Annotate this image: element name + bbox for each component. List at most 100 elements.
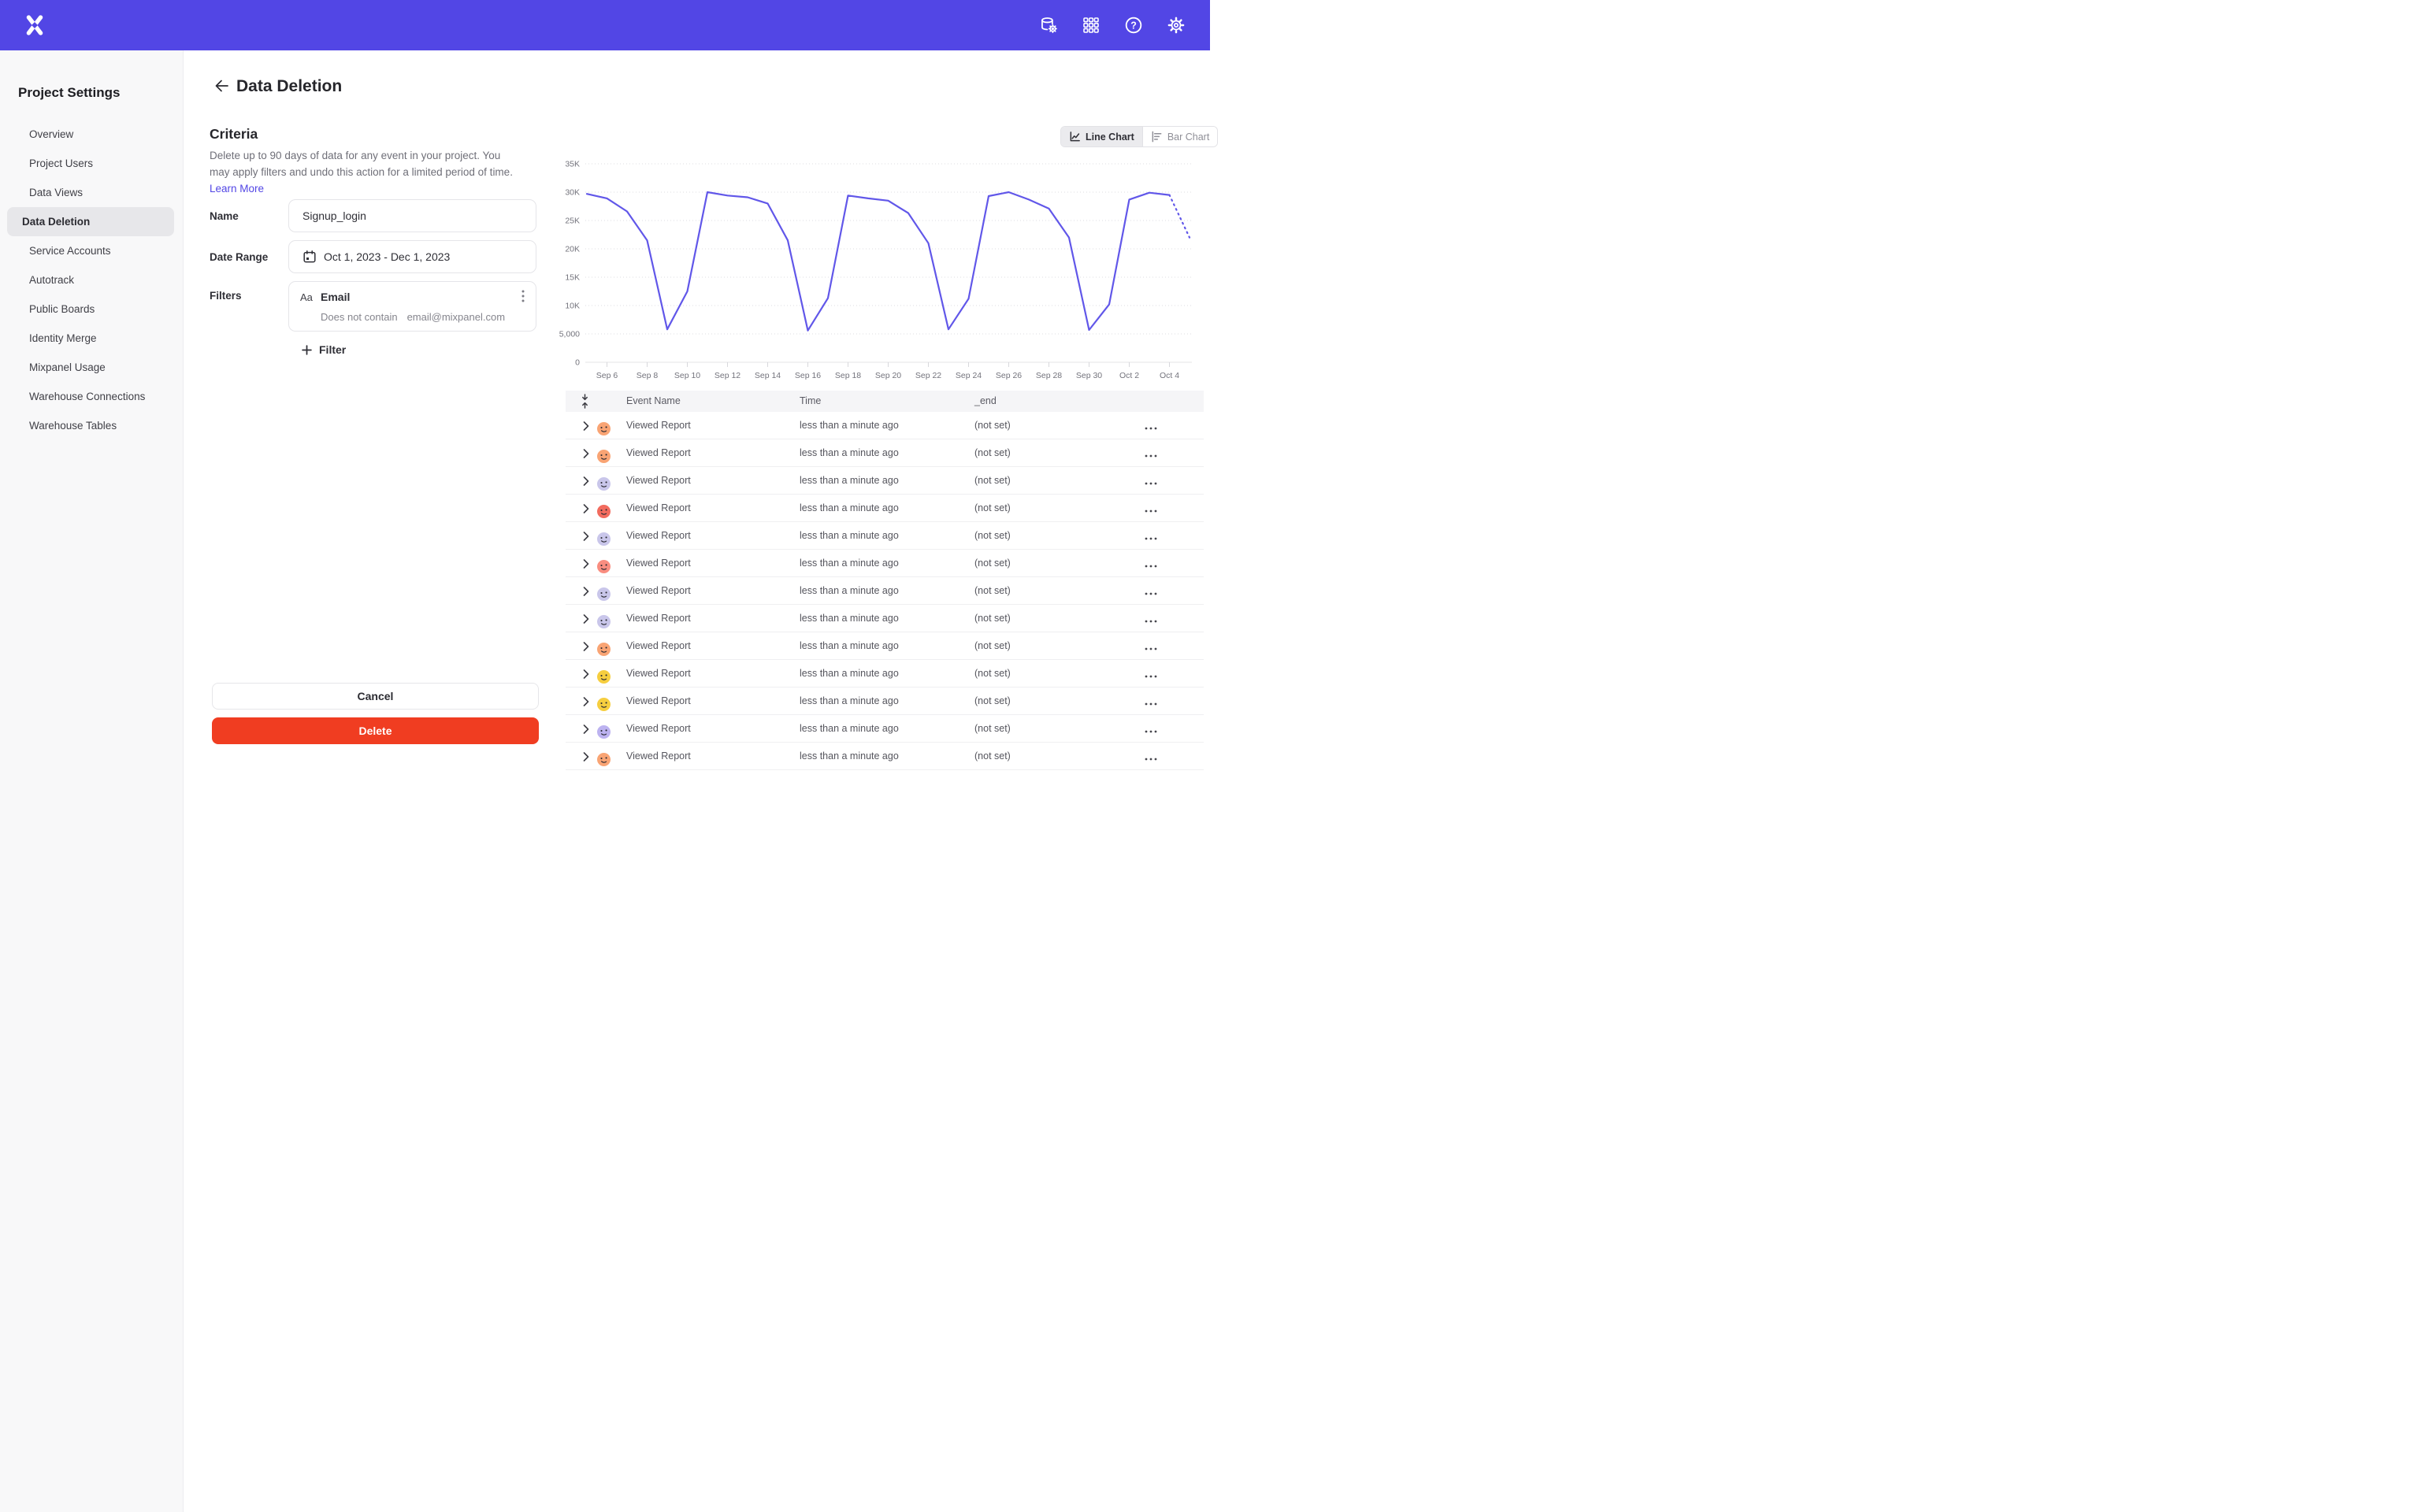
sidebar-item-warehouse-tables[interactable]: Warehouse Tables [7,411,174,440]
sidebar-item-project-users[interactable]: Project Users [7,149,174,178]
sidebar-item-overview[interactable]: Overview [7,120,174,149]
row-expand-chevron-icon[interactable] [581,504,591,513]
table-row[interactable]: Viewed Reportless than a minute ago(not … [566,467,1204,495]
x-axis-tick-label: Sep 14 [755,371,781,380]
x-axis-tick-label: Oct 2 [1119,371,1139,380]
row-more-menu-icon[interactable] [1141,639,1161,654]
sidebar-nav: OverviewProject UsersData ViewsData Dele… [0,120,183,440]
row-expand-chevron-icon[interactable] [581,476,591,486]
table-row[interactable]: Viewed Reportless than a minute ago(not … [566,495,1204,522]
add-filter-button[interactable]: Filter [302,343,346,356]
row-expand-chevron-icon[interactable] [581,587,591,596]
criteria-description-text: Delete up to 90 days of data for any eve… [210,150,513,178]
row-expand-chevron-icon[interactable] [581,559,591,569]
row-more-menu-icon[interactable] [1141,722,1161,736]
help-icon[interactable]: ? [1123,15,1144,35]
sidebar-item-data-deletion[interactable]: Data Deletion [7,207,174,236]
filter-operator[interactable]: Does not contain [321,311,398,323]
column-header-time[interactable]: Time [800,391,821,412]
sidebar-item-warehouse-connections[interactable]: Warehouse Connections [7,382,174,411]
delete-button[interactable]: Delete [212,717,539,744]
sidebar: Project Settings OverviewProject UsersDa… [0,50,184,1512]
bar-chart-toggle[interactable]: Bar Chart [1143,127,1218,146]
row-end-value: (not set) [974,632,1011,660]
row-time: less than a minute ago [800,467,899,495]
topbar-icon-group: ? [1038,15,1186,35]
row-expand-chevron-icon[interactable] [581,449,591,458]
row-end-value: (not set) [974,495,1011,522]
row-more-menu-icon[interactable] [1141,750,1161,764]
row-expand-chevron-icon[interactable] [581,614,591,624]
table-row[interactable]: Viewed Reportless than a minute ago(not … [566,412,1204,439]
row-more-menu-icon[interactable] [1141,557,1161,571]
back-button[interactable] [212,76,232,97]
row-expand-chevron-icon[interactable] [581,421,591,431]
main-content: Data Deletion Criteria Delete up to 90 d… [184,50,2420,1512]
row-more-menu-icon[interactable] [1141,419,1161,433]
column-header-end[interactable]: _end [974,391,997,412]
table-row[interactable]: Viewed Reportless than a minute ago(not … [566,715,1204,743]
chart-type-toggle: Line Chart Bar Chart [1060,126,1218,147]
filter-value[interactable]: email@mixpanel.com [407,311,505,323]
table-row[interactable]: Viewed Reportless than a minute ago(not … [566,550,1204,577]
learn-more-link[interactable]: Learn More [210,183,264,195]
table-row[interactable]: Viewed Reportless than a minute ago(not … [566,439,1204,467]
row-end-value: (not set) [974,687,1011,715]
row-time: less than a minute ago [800,715,899,743]
name-label: Name [210,210,239,222]
row-more-menu-icon[interactable] [1141,502,1161,516]
column-header-event-name[interactable]: Event Name [626,391,681,412]
sidebar-item-identity-merge[interactable]: Identity Merge [7,324,174,353]
line-chart-toggle[interactable]: Line Chart [1061,127,1143,146]
table-row[interactable]: Viewed Reportless than a minute ago(not … [566,522,1204,550]
table-row[interactable]: Viewed Reportless than a minute ago(not … [566,743,1204,770]
row-expand-chevron-icon[interactable] [581,724,591,734]
table-row[interactable]: Viewed Reportless than a minute ago(not … [566,660,1204,687]
row-event-name: Viewed Report [626,439,691,467]
criteria-heading: Criteria [210,126,258,143]
sidebar-item-public-boards[interactable]: Public Boards [7,295,174,324]
y-axis-tick-label: 0 [575,358,580,368]
table-row[interactable]: Viewed Reportless than a minute ago(not … [566,577,1204,605]
data-settings-icon[interactable] [1038,15,1059,35]
row-more-menu-icon[interactable] [1141,474,1161,488]
sidebar-item-data-views[interactable]: Data Views [7,178,174,207]
date-range-input[interactable]: Oct 1, 2023 - Dec 1, 2023 [288,240,536,273]
table-row[interactable]: Viewed Reportless than a minute ago(not … [566,605,1204,632]
row-event-name: Viewed Report [626,743,691,770]
row-expand-chevron-icon[interactable] [581,532,591,541]
sidebar-item-autotrack[interactable]: Autotrack [7,265,174,295]
name-input[interactable]: Signup_login [288,199,536,232]
settings-gear-icon[interactable] [1166,15,1186,35]
filter-condition[interactable]: Does not contain email@mixpanel.com [321,311,505,323]
mixpanel-logo[interactable] [24,13,47,37]
x-axis-tick-label: Sep 30 [1076,371,1102,380]
sidebar-item-mixpanel-usage[interactable]: Mixpanel Usage [7,353,174,382]
row-end-value: (not set) [974,605,1011,632]
table-row[interactable]: Viewed Reportless than a minute ago(not … [566,632,1204,660]
row-more-menu-icon[interactable] [1141,695,1161,709]
row-expand-chevron-icon[interactable] [581,669,591,679]
sidebar-item-service-accounts[interactable]: Service Accounts [7,236,174,265]
row-expand-chevron-icon[interactable] [581,752,591,762]
y-axis-tick-label: 10K [565,302,580,311]
row-end-value: (not set) [974,660,1011,687]
x-axis-tick-label: Sep 24 [956,371,982,380]
row-more-menu-icon[interactable] [1141,584,1161,598]
row-time: less than a minute ago [800,605,899,632]
filter-card[interactable]: Aa Email Does not contain email@mixpanel… [288,281,536,332]
calendar-icon [302,250,317,264]
row-expand-chevron-icon[interactable] [581,697,591,706]
page-title: Data Deletion [236,77,342,96]
cancel-button[interactable]: Cancel [212,683,539,710]
apps-grid-icon[interactable] [1081,15,1101,35]
filter-kebab-menu-icon[interactable] [515,288,531,306]
row-event-name: Viewed Report [626,632,691,660]
row-expand-chevron-icon[interactable] [581,642,591,651]
row-more-menu-icon[interactable] [1141,667,1161,681]
sort-arrows-icon[interactable] [578,393,591,410]
row-more-menu-icon[interactable] [1141,529,1161,543]
table-row[interactable]: Viewed Reportless than a minute ago(not … [566,687,1204,715]
row-more-menu-icon[interactable] [1141,447,1161,461]
row-more-menu-icon[interactable] [1141,612,1161,626]
